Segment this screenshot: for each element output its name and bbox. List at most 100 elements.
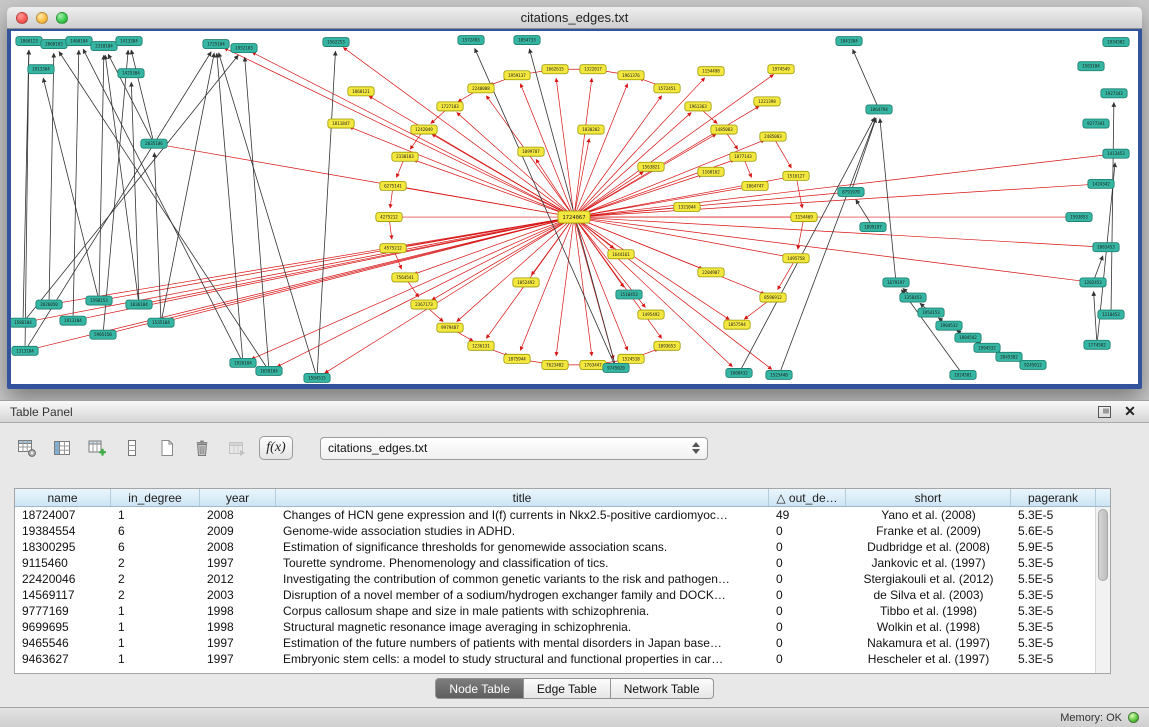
graph-node[interactable]: 1830202 <box>578 125 604 134</box>
create-column-icon[interactable] <box>84 435 110 461</box>
graph-node[interactable]: 1064747 <box>742 181 768 190</box>
cell-out_degree[interactable]: 0 <box>769 539 846 555</box>
cell-pagerank[interactable]: 5.5E-5 <box>1011 571 1096 587</box>
cell-in_degree[interactable]: 1 <box>111 651 200 667</box>
graph-node[interactable]: 1518453 <box>616 290 642 299</box>
graph-node[interactable]: 1857594 <box>724 320 750 329</box>
graph-edge[interactable] <box>556 222 573 356</box>
cell-short[interactable]: de Silva et al. (2003) <box>846 587 1011 603</box>
cell-pagerank[interactable]: 5.6E-5 <box>1011 523 1096 539</box>
graph-node[interactable]: 2204907 <box>698 268 724 277</box>
graph-node[interactable]: 1495492 <box>638 310 664 319</box>
cell-year[interactable]: 1998 <box>200 603 276 619</box>
graph-node[interactable]: 1725104 <box>203 40 229 49</box>
graph-node[interactable]: 4275212 <box>376 213 402 222</box>
table-row[interactable]: 977716911998Corpus callosum shape and si… <box>15 603 1110 619</box>
graph-node[interactable]: 1093653 <box>654 341 680 350</box>
graph-edge[interactable] <box>413 219 569 275</box>
graph-node[interactable]: 1322017 <box>580 65 606 74</box>
cell-short[interactable]: Franke et al. (2009) <box>846 523 1011 539</box>
cell-in_degree[interactable]: 1 <box>111 507 200 523</box>
cell-title[interactable]: Changes of HCN gene expression and I(f) … <box>276 507 769 523</box>
graph-node[interactable]: 1774502 <box>1084 340 1110 349</box>
graph-edge[interactable] <box>163 145 569 216</box>
cell-year[interactable]: 2009 <box>200 523 276 539</box>
cell-name[interactable]: 9777169 <box>15 603 111 619</box>
graph-edge[interactable] <box>579 184 1092 216</box>
table-row[interactable]: 911546021997Tourette syndrome. Phenomeno… <box>15 555 1110 571</box>
cell-pagerank[interactable]: 5.3E-5 <box>1011 603 1096 619</box>
cell-in_degree[interactable]: 2 <box>111 571 200 587</box>
graph-node[interactable]: 1590153 <box>86 296 112 305</box>
cell-in_degree[interactable]: 2 <box>111 587 200 603</box>
cell-year[interactable]: 1998 <box>200 619 276 635</box>
graph-node[interactable]: 8791970 <box>838 187 864 196</box>
graph-node[interactable]: 2026050 <box>36 300 62 309</box>
cell-name[interactable]: 14569117 <box>15 587 111 603</box>
graph-edge[interactable] <box>34 218 569 348</box>
graph-node[interactable]: 4575212 <box>380 244 406 253</box>
graph-node[interactable]: 1516127 <box>783 171 809 180</box>
tab-node-table[interactable]: Node Table <box>435 678 524 699</box>
graph-node[interactable]: 1313104 <box>12 346 38 355</box>
cell-out_degree[interactable]: 0 <box>769 635 846 651</box>
graph-edge[interactable] <box>578 74 774 214</box>
cell-title[interactable]: Estimation of the future numbers of pati… <box>276 635 769 651</box>
graph-node[interactable]: 1913304 <box>28 65 54 74</box>
graph-edge[interactable] <box>797 181 802 208</box>
graph-edge[interactable] <box>745 161 752 177</box>
graph-node[interactable]: 2318104 <box>91 42 117 51</box>
graph-edge[interactable] <box>575 138 589 212</box>
graph-edge[interactable] <box>579 219 703 269</box>
cell-pagerank[interactable]: 5.3E-5 <box>1011 587 1096 603</box>
graph-edge[interactable] <box>1095 256 1103 278</box>
column-header-year[interactable]: year <box>200 489 276 506</box>
cell-pagerank[interactable]: 5.3E-5 <box>1011 555 1096 571</box>
graph-node[interactable]: 1485083 <box>711 125 737 134</box>
graph-edge[interactable] <box>853 49 877 105</box>
cell-out_degree[interactable]: 0 <box>769 587 846 603</box>
graph-edge[interactable] <box>131 50 153 139</box>
cell-year[interactable]: 2008 <box>200 507 276 523</box>
graph-node[interactable]: 1535104 <box>148 318 174 327</box>
table-row[interactable]: 946362711997Embryonic stem cells: a mode… <box>15 651 1110 667</box>
row-tools-icon[interactable] <box>119 435 145 461</box>
graph-node[interactable]: 1052492 <box>513 278 539 287</box>
graph-node[interactable]: 1924501 <box>950 370 976 379</box>
graph-node[interactable]: 1460104 <box>66 37 92 46</box>
graph-edge[interactable] <box>99 55 104 295</box>
graph-node[interactable]: 2060103 <box>41 40 67 49</box>
graph-edge[interactable] <box>1094 291 1097 339</box>
tab-edge-table[interactable]: Edge Table <box>524 678 611 699</box>
graph-edge[interactable] <box>112 218 569 332</box>
cell-in_degree[interactable]: 1 <box>111 635 200 651</box>
graph-edge[interactable] <box>32 218 569 321</box>
graph-node[interactable]: 9245012 <box>1020 360 1046 369</box>
graph-node[interactable]: 1210453 <box>1098 310 1124 319</box>
graph-node[interactable]: 1804542 <box>955 333 981 342</box>
column-header-name[interactable]: name <box>15 489 111 506</box>
cell-out_degree[interactable]: 49 <box>769 507 846 523</box>
table-selector[interactable]: citations_edges.txt <box>320 437 708 460</box>
cell-in_degree[interactable]: 1 <box>111 603 200 619</box>
graph-node[interactable]: 2240088 <box>468 84 494 93</box>
cell-name[interactable]: 22420046 <box>15 571 111 587</box>
cell-short[interactable]: Yano et al. (2008) <box>846 507 1011 523</box>
cell-title[interactable]: Embryonic stem cells: a model to study s… <box>276 651 769 667</box>
cell-year[interactable]: 2012 <box>200 571 276 587</box>
cell-title[interactable]: Disruption of a novel member of a sodium… <box>276 587 769 603</box>
graph-node[interactable]: 1836104 <box>126 300 152 309</box>
graph-node[interactable]: 1572493 <box>458 36 484 45</box>
graph-node[interactable]: 1961376 <box>618 71 644 80</box>
graph-node[interactable]: 7623402 <box>542 360 568 369</box>
graph-edge[interactable] <box>576 84 628 213</box>
graph-node[interactable]: 2045302 <box>996 352 1022 361</box>
graph-edge[interactable] <box>277 219 569 367</box>
graph-edge[interactable] <box>317 51 335 373</box>
cell-title[interactable]: Estimation of significance thresholds fo… <box>276 539 769 555</box>
graph-edge[interactable] <box>396 161 403 177</box>
graph-node[interactable]: 1160162 <box>698 167 724 176</box>
graph-node[interactable]: 1854733 <box>514 36 540 45</box>
cell-out_degree[interactable]: 0 <box>769 603 846 619</box>
graph-node[interactable]: 2367173 <box>411 300 437 309</box>
